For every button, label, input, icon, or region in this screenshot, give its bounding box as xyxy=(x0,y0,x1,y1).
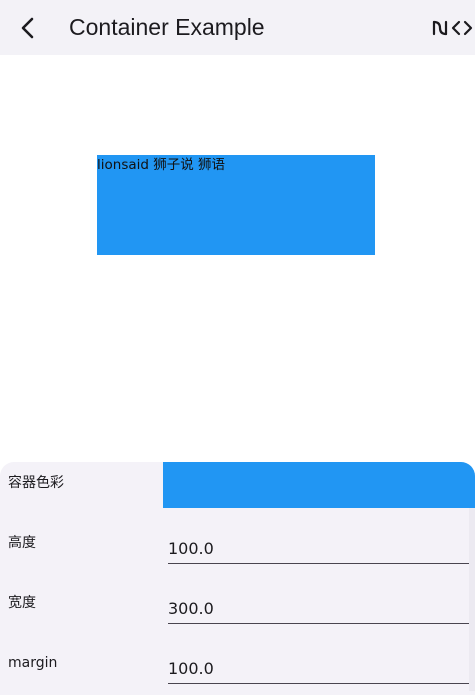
container-color-picker[interactable] xyxy=(163,462,475,508)
preview-text: lionsaid 狮子说 狮语 xyxy=(97,157,226,173)
width-field[interactable]: 300.0 xyxy=(168,595,469,624)
app-bar: Container Example xyxy=(0,0,475,55)
margin-label: margin xyxy=(8,655,58,671)
app-screen: Container Example lionsaid 狮子说 狮语 容器色彩 高… xyxy=(0,0,475,695)
appbar-actions xyxy=(429,14,473,42)
panel-scrollbar[interactable] xyxy=(469,508,475,691)
margin-value: 100.0 xyxy=(168,659,214,678)
code-view-button[interactable] xyxy=(451,14,473,42)
code-branch-button[interactable] xyxy=(429,14,451,42)
width-value: 300.0 xyxy=(168,599,214,618)
container-color-label: 容器色彩 xyxy=(8,475,64,491)
height-field[interactable]: 100.0 xyxy=(168,535,469,564)
page-title: Container Example xyxy=(69,14,265,40)
margin-field[interactable]: 100.0 xyxy=(168,655,469,684)
code-brackets-icon xyxy=(451,20,473,36)
preview-container: lionsaid 狮子说 狮语 xyxy=(97,155,375,255)
back-button[interactable] xyxy=(8,8,48,48)
height-label: 高度 xyxy=(8,535,36,551)
height-value: 100.0 xyxy=(168,539,214,558)
width-label: 宽度 xyxy=(8,595,36,611)
code-branch-icon xyxy=(432,20,448,36)
arrow-back-icon xyxy=(21,17,34,39)
settings-panel: 容器色彩 高度 100.0 宽度 300.0 margin 100.0 xyxy=(0,462,475,695)
